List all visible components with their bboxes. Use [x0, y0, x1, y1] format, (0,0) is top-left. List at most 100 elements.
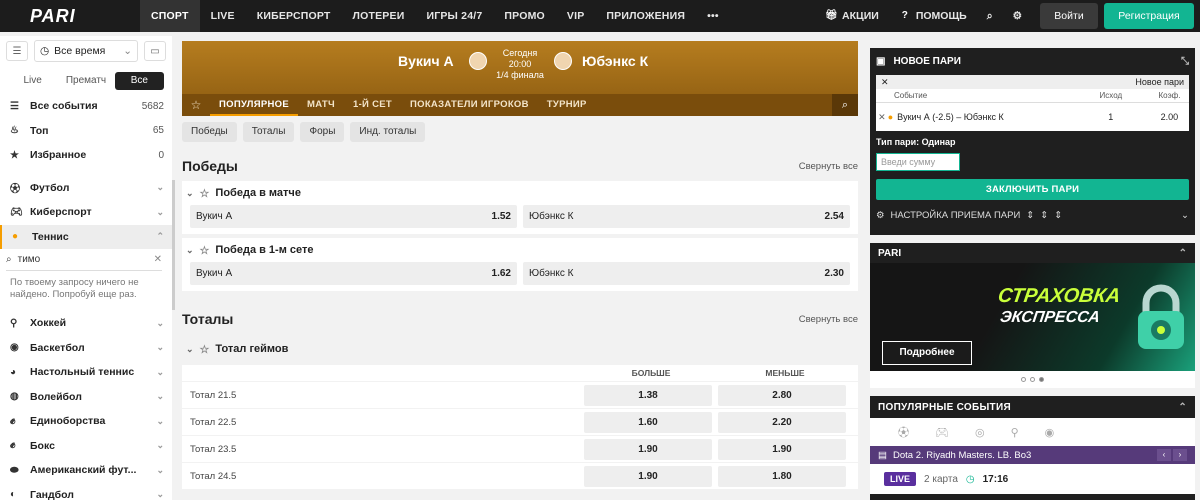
nav-promo[interactable]: ПРОМО: [493, 0, 556, 32]
sidebar-scrollbar[interactable]: [172, 180, 175, 310]
odd-over[interactable]: 1.60: [584, 411, 712, 433]
time-filter-select[interactable]: ◷ Все время ⌄: [34, 40, 138, 62]
sort-icon[interactable]: ⇕: [1040, 210, 1048, 221]
sport-search-field[interactable]: ⌕ тимо ✕: [6, 249, 162, 271]
sort-icon[interactable]: ⇕: [1026, 210, 1034, 221]
hockey-icon[interactable]: ⚲: [1011, 426, 1019, 439]
sidebar-item-hockey[interactable]: ⚲ Хоккей ⌄: [0, 311, 172, 336]
market-header[interactable]: ⌄ ☆ Победа в 1-м сете: [182, 238, 858, 262]
carousel-dot[interactable]: [1030, 377, 1035, 382]
stake-input[interactable]: Введи сумму: [876, 153, 960, 171]
tab-popular[interactable]: ПОПУЛЯРНОЕ: [210, 94, 299, 116]
nav-vip[interactable]: VIP: [556, 0, 596, 32]
chevron-up-icon[interactable]: ⌃: [1179, 248, 1187, 259]
tab-tournament[interactable]: ТУРНИР: [538, 94, 596, 116]
monitor-icon[interactable]: ▭: [144, 41, 166, 61]
chevron-down-icon[interactable]: ⌄: [1181, 210, 1189, 221]
pari-logo[interactable]: PARI: [0, 6, 140, 27]
popular-match-bar[interactable]: ▤ Dota 2. Riyadh Masters. LB. Bo3 ‹ ›: [870, 446, 1195, 464]
market-header[interactable]: ⌄ ☆ Победа в матче: [182, 181, 858, 205]
carousel-dot[interactable]: [1039, 377, 1044, 382]
prev-icon[interactable]: ‹: [1157, 449, 1171, 461]
chip-handicaps[interactable]: Форы: [300, 122, 345, 142]
sidebar-item-boxing[interactable]: ✊︎ Бокс ⌄: [0, 434, 172, 459]
sidebar-item-american-football[interactable]: ⬬ Американский фут... ⌄: [0, 458, 172, 483]
nav-games[interactable]: ИГРЫ 24/7: [415, 0, 493, 32]
sidebar-item-label: Теннис: [32, 230, 69, 243]
popular-title: ПОПУЛЯРНЫЕ СОБЫТИЯ: [878, 401, 1011, 413]
sidebar-item-volleyball[interactable]: ◍ Волейбол ⌄: [0, 385, 172, 410]
tab-prematch[interactable]: Прематч: [61, 72, 110, 90]
more-details-button[interactable]: Подробнее: [882, 341, 972, 365]
carousel-dot[interactable]: [1021, 377, 1026, 382]
sidebar-item-esports[interactable]: 🎮︎ Киберспорт ⌄: [0, 200, 172, 225]
football-icon[interactable]: ⚽︎: [898, 424, 909, 440]
chip-ind-totals[interactable]: Инд. тоталы: [350, 122, 426, 142]
nav-sport[interactable]: СПОРТ: [140, 0, 200, 32]
search-icon[interactable]: ⌕: [977, 10, 1003, 23]
next-icon[interactable]: ›: [1173, 449, 1187, 461]
star-icon[interactable]: ☆: [200, 343, 210, 356]
nav-lottery[interactable]: ЛОТЕРЕИ: [342, 0, 416, 32]
login-button[interactable]: Войти: [1040, 3, 1098, 29]
tab-first-set[interactable]: 1-Й СЕТ: [344, 94, 401, 116]
more-icon[interactable]: •••: [696, 0, 730, 32]
market-header[interactable]: ⌄ ☆ Тотал геймов: [182, 337, 858, 361]
collapse-all-link[interactable]: Свернуть все: [799, 314, 858, 325]
tab-all[interactable]: Все: [114, 72, 164, 90]
odd-over[interactable]: 1.90: [584, 438, 712, 460]
nav-esports[interactable]: КИБЕРСПОРТ: [246, 0, 342, 32]
remove-bet-icon[interactable]: ✕: [876, 112, 888, 123]
search-icon[interactable]: ⌕: [832, 94, 858, 116]
odd-under[interactable]: 1.90: [718, 438, 846, 460]
chevron-up-icon[interactable]: ⌃: [1178, 402, 1187, 413]
register-button[interactable]: Регистрация: [1104, 3, 1194, 29]
chip-totals[interactable]: Тоталы: [242, 122, 295, 142]
new-bet-link[interactable]: Новое пари: [1135, 77, 1184, 87]
promo-banner[interactable]: СТРАХОВКА ЭКСПРЕССА Подробнее: [870, 263, 1195, 371]
sidebar-item-martial-arts[interactable]: ✊︎ Единоборства ⌄: [0, 409, 172, 434]
star-icon[interactable]: ☆: [200, 244, 210, 257]
bet-settings[interactable]: ⚙ НАСТРОЙКА ПРИЕМА ПАРИ ⇕ ⇕ ⇕ ⌄: [876, 204, 1189, 226]
star-icon[interactable]: ☆: [200, 187, 210, 200]
sidebar-item-all-events[interactable]: ☰ Все события 5682: [0, 94, 172, 119]
odd-over[interactable]: 1.90: [584, 465, 712, 487]
sort-icon[interactable]: ⇕: [1054, 210, 1062, 221]
gamepad-icon[interactable]: 🎮︎: [935, 426, 949, 439]
tab-live[interactable]: Live: [8, 72, 57, 90]
collapse-icon[interactable]: ⤡: [1181, 56, 1189, 67]
sidebar-item-tennis[interactable]: ● Теннис ⌃: [0, 224, 172, 249]
sidebar-item-top[interactable]: ♨ Топ 65: [0, 119, 172, 144]
odd-value: 2.54: [824, 211, 844, 222]
close-icon[interactable]: ✕: [881, 77, 889, 88]
sidebar-item-favorites[interactable]: ★ Избранное 0: [0, 143, 172, 168]
odd-button[interactable]: Вукич А 1.52: [190, 205, 517, 228]
sidebar-item-handball[interactable]: ◐ Гандбол ⌄: [0, 483, 172, 500]
odd-button[interactable]: Юбэнкс К 2.30: [523, 262, 850, 285]
nav-live[interactable]: LIVE: [200, 0, 246, 32]
tennis-icon[interactable]: ◎: [975, 426, 985, 439]
odd-under[interactable]: 2.20: [718, 411, 846, 433]
odd-under[interactable]: 1.80: [718, 465, 846, 487]
sidebar-item-basketball[interactable]: ◉ Баскетбол ⌄: [0, 336, 172, 361]
sports-sidebar: ☰ ◷ Все время ⌄ ▭ Live Прематч Все ☰ Все со…: [0, 36, 172, 500]
favorite-star-icon[interactable]: ☆: [182, 98, 210, 112]
sidebar-item-football[interactable]: ⚽︎ Футбол ⌄: [0, 176, 172, 201]
tab-match[interactable]: МАТЧ: [298, 94, 344, 116]
chip-wins[interactable]: Победы: [182, 122, 237, 142]
promo-link[interactable]: 🎁︎ АКЦИИ: [815, 10, 889, 22]
nav-apps[interactable]: ПРИЛОЖЕНИЯ: [595, 0, 696, 32]
gear-icon[interactable]: ⚙: [1003, 10, 1032, 22]
odd-button[interactable]: Юбэнкс К 2.54: [523, 205, 850, 228]
odd-under[interactable]: 2.80: [718, 384, 846, 406]
sidebar-item-table-tennis[interactable]: ◕ Настольный теннис ⌄: [0, 360, 172, 385]
odd-button[interactable]: Вукич А 1.62: [190, 262, 517, 285]
collapse-all-link[interactable]: Свернуть все: [799, 161, 858, 172]
place-bet-button[interactable]: ЗАКЛЮЧИТЬ ПАРИ: [876, 179, 1189, 200]
help-link[interactable]: ? ПОМОЩЬ: [889, 10, 977, 22]
clear-icon[interactable]: ✕: [154, 254, 162, 265]
odd-over[interactable]: 1.38: [584, 384, 712, 406]
tab-player-stats[interactable]: ПОКАЗАТЕЛИ ИГРОКОВ: [401, 94, 538, 116]
basketball-icon[interactable]: ◉: [1045, 426, 1055, 439]
filter-icon[interactable]: ☰: [6, 41, 28, 61]
